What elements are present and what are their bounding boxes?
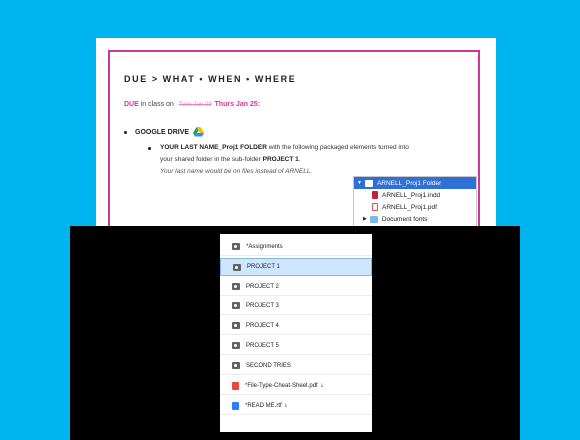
disclosure-open-icon[interactable]: ▼	[357, 180, 362, 186]
bullet	[148, 147, 151, 150]
pdf-icon	[232, 381, 239, 390]
disclosure-closed-icon[interactable]: ▶	[363, 216, 367, 222]
google-drive-icon	[193, 127, 205, 137]
finder-subfolder-row[interactable]: ▶ Document fonts	[354, 213, 476, 225]
finder-file-row[interactable]: ARNELL_Proj1.indd	[354, 189, 476, 201]
finder-file-row[interactable]: ARNELL_Proj1.pdf	[354, 201, 476, 213]
drive-folder-row[interactable]: PROJECT 2	[220, 278, 372, 296]
shared-folder-icon	[232, 322, 240, 329]
drive-folder-row[interactable]: PROJECT 3	[220, 297, 372, 315]
drive-file-row[interactable]: *READ ME.rtf ﾑ	[220, 397, 372, 415]
shared-folder-icon	[232, 283, 240, 290]
drive-file-row[interactable]: *File-Type-Cheat-Sheet.pdf ﾑ	[220, 377, 372, 395]
google-drive-bullet: GOOGLE DRIVE	[124, 127, 205, 137]
folder-icon	[369, 215, 378, 223]
document-frame: DUE > WHAT • WHEN • WHERE DUE in class on Tues…	[108, 50, 480, 250]
drive-folder-row[interactable]: *Assignments	[220, 238, 372, 256]
bullet	[124, 130, 127, 134]
indesign-file-icon	[372, 191, 378, 199]
shared-folder-icon	[232, 243, 240, 250]
drive-folder-row[interactable]: PROJECT 4	[220, 317, 372, 335]
shared-folder-icon	[232, 362, 240, 369]
drive-file-list: *Assignments PROJECT 1 PROJECT 2 PROJECT…	[220, 234, 372, 432]
drive-folder-row[interactable]: PROJECT 5	[220, 337, 372, 355]
assignment-document: DUE > WHAT • WHEN • WHERE DUE in class on Tues…	[96, 38, 496, 250]
shared-people-icon: ﾑ	[320, 383, 324, 389]
shared-folder-icon	[232, 342, 240, 349]
struck-date: Tues Jan 23	[178, 102, 212, 108]
drive-folder-row[interactable]: SECOND TRIES	[220, 357, 372, 375]
due-date-line: DUE in class on Tues Jan 23 Thurs Jan 25:	[124, 101, 261, 108]
section-heading: DUE > WHAT • WHEN • WHERE	[124, 74, 297, 84]
shared-folder-icon	[233, 263, 241, 271]
folder-icon	[364, 179, 373, 187]
shared-folder-icon	[232, 302, 240, 309]
shared-people-icon: ﾑ	[284, 403, 288, 409]
due-date: Thurs Jan 25	[214, 101, 258, 108]
finder-window: ▼ ARNELL_Proj1 Folder ARNELL_Proj1.indd …	[353, 176, 477, 228]
finder-folder-row[interactable]: ▼ ARNELL_Proj1 Folder	[354, 177, 476, 189]
drive-folder-row-selected[interactable]: PROJECT 1	[220, 258, 372, 276]
doc-icon	[232, 401, 239, 410]
pdf-file-icon	[372, 203, 378, 211]
